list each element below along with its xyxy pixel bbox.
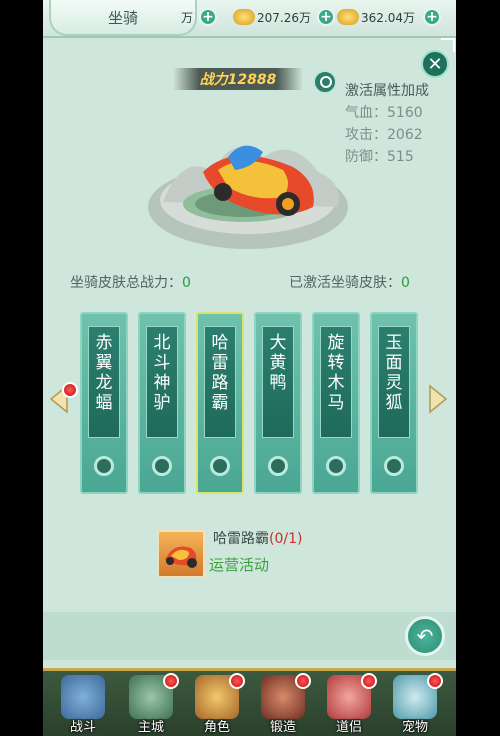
skin-name-5: 旋转木马 bbox=[320, 326, 352, 438]
motorbike-icon bbox=[165, 546, 197, 568]
skin-status-ring bbox=[268, 456, 288, 476]
return-arrow-icon: ↶ bbox=[416, 624, 434, 648]
attribute-hp: 气血：5160 bbox=[345, 105, 423, 121]
add-currency-3-button[interactable]: + bbox=[423, 8, 441, 26]
skin-card-5[interactable]: 旋转木马 bbox=[312, 312, 360, 494]
nav-companion[interactable]: 道侣 bbox=[319, 671, 379, 736]
total-skin-power: 坐骑皮肤总战力：0 bbox=[70, 272, 191, 292]
skin-card-3[interactable]: 哈雷路霸 bbox=[196, 312, 244, 494]
back-button[interactable]: ↶ bbox=[405, 616, 445, 656]
nav-city-label: 主城 bbox=[137, 720, 164, 735]
activated-skins: 已激活坐骑皮肤：0 bbox=[289, 272, 410, 292]
skin-card-1[interactable]: 赤翼龙蝠 bbox=[80, 312, 128, 494]
skin-card-2[interactable]: 北斗神驴 bbox=[138, 312, 186, 494]
scroll-right-arrow-icon[interactable] bbox=[426, 384, 450, 414]
activated-skins-label: 已激活坐骑皮肤： bbox=[289, 275, 401, 291]
skin-status-ring bbox=[326, 456, 346, 476]
currency-3-value: 362.04万 bbox=[361, 10, 415, 25]
item-count: (0/1) bbox=[269, 531, 303, 547]
skin-item-icon[interactable] bbox=[157, 530, 205, 578]
currency-3: 362.04万 + bbox=[333, 5, 441, 29]
item-source-link[interactable]: 运营活动 bbox=[209, 554, 269, 575]
page-title: 坐骑 bbox=[49, 0, 197, 36]
attribute-defense: 防御：515 bbox=[345, 149, 414, 165]
search-icon[interactable] bbox=[313, 70, 337, 94]
total-skin-power-label: 坐骑皮肤总战力： bbox=[70, 275, 182, 291]
bottom-navigation: 战斗 主城 角色 锻造 道侣 宠物 bbox=[43, 668, 456, 736]
skin-name-4: 大黄鸭 bbox=[262, 326, 294, 438]
skin-name-3: 哈雷路霸 bbox=[204, 326, 236, 438]
top-bar: 坐骑 万 + 207.26万 + 362.04万 + bbox=[43, 0, 456, 38]
skin-status-ring bbox=[152, 456, 172, 476]
skin-name-1: 赤翼龙蝠 bbox=[88, 326, 120, 438]
currency-1: 万 + bbox=[181, 5, 218, 29]
currency-1-value: 万 bbox=[181, 10, 194, 25]
mount-preview-image bbox=[148, 145, 348, 249]
nav-pet[interactable]: 宠物 bbox=[385, 671, 445, 736]
bound-gold-icon bbox=[337, 9, 359, 25]
power-banner: 战力12888 bbox=[173, 68, 303, 90]
close-button[interactable]: ✕ bbox=[421, 50, 449, 78]
currency-2-value: 207.26万 bbox=[257, 10, 311, 25]
item-name-label: 哈雷路霸 bbox=[213, 531, 269, 547]
skin-name-2: 北斗神驴 bbox=[146, 326, 178, 438]
attribute-heading: 激活属性加成 bbox=[345, 83, 429, 99]
skin-name-6: 玉面灵狐 bbox=[378, 326, 410, 438]
nav-character[interactable]: 角色 bbox=[187, 671, 247, 736]
currency-2: 207.26万 + bbox=[229, 5, 335, 29]
nav-battle-label: 战斗 bbox=[69, 720, 96, 735]
nav-forge[interactable]: 锻造 bbox=[253, 671, 313, 736]
add-currency-1-button[interactable]: + bbox=[199, 8, 218, 26]
skin-status-ring bbox=[94, 456, 114, 476]
notification-dot bbox=[62, 382, 78, 398]
corner-ornament bbox=[441, 38, 455, 52]
attribute-bonus: 激活属性加成 气血：5160 攻击：2062 防御：515 bbox=[345, 80, 429, 168]
notification-dot bbox=[229, 673, 245, 689]
skin-status-ring bbox=[210, 456, 230, 476]
item-name: 哈雷路霸(0/1) bbox=[213, 528, 302, 548]
notification-dot bbox=[361, 673, 377, 689]
notification-dot bbox=[427, 673, 443, 689]
panel-footer bbox=[43, 612, 456, 660]
notification-dot bbox=[295, 673, 311, 689]
nav-city[interactable]: 主城 bbox=[121, 671, 181, 736]
power-label: 战力12888 bbox=[199, 72, 277, 88]
mount-skin-panel: 坐骑 万 + 207.26万 + 362.04万 + ✕ 战力12888 激活属… bbox=[43, 0, 456, 736]
nav-forge-label: 锻造 bbox=[269, 720, 296, 735]
nav-pet-label: 宠物 bbox=[401, 720, 428, 735]
nav-battle[interactable]: 战斗 bbox=[53, 671, 113, 736]
nav-companion-label: 道侣 bbox=[335, 720, 362, 735]
gold-ingot-icon bbox=[233, 9, 255, 25]
skin-card-6[interactable]: 玉面灵狐 bbox=[370, 312, 418, 494]
activated-skins-value: 0 bbox=[401, 275, 410, 291]
skin-status-ring bbox=[384, 456, 404, 476]
attribute-attack: 攻击：2062 bbox=[345, 127, 423, 143]
close-icon: ✕ bbox=[427, 53, 443, 75]
skin-card-4[interactable]: 大黄鸭 bbox=[254, 312, 302, 494]
notification-dot bbox=[163, 673, 179, 689]
total-skin-power-value: 0 bbox=[182, 275, 191, 291]
nav-character-label: 角色 bbox=[203, 720, 230, 735]
battle-icon bbox=[61, 675, 105, 719]
